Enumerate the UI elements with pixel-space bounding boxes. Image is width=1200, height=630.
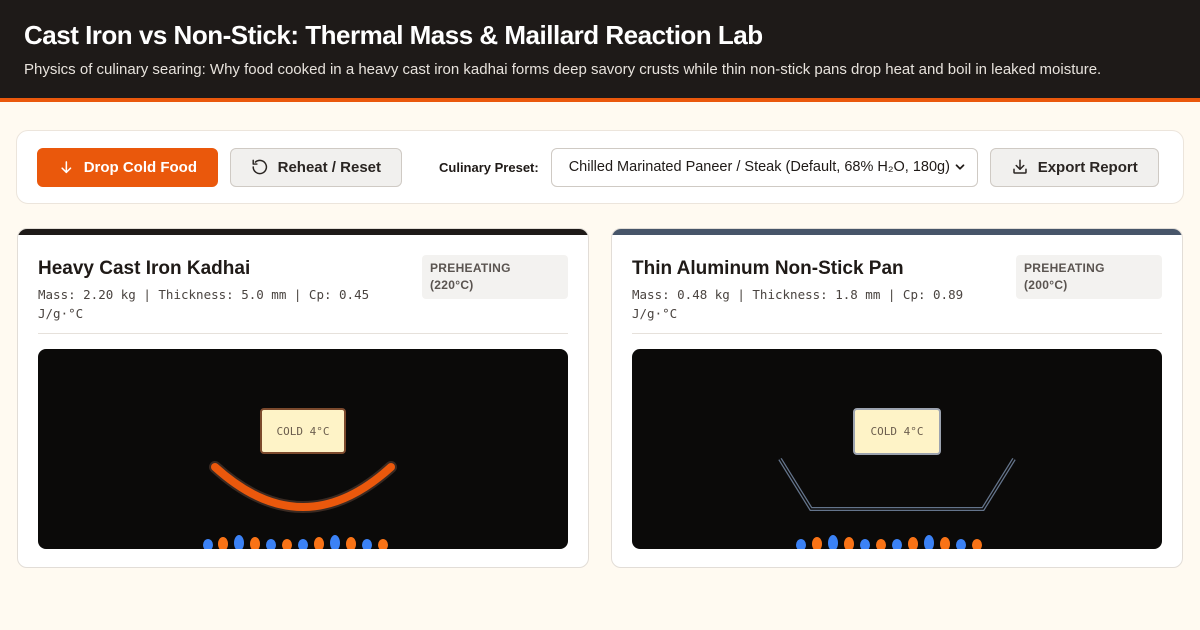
food-temp-label: COLD 4°C xyxy=(870,425,924,438)
page-subtitle: Physics of culinary searing: Why food co… xyxy=(24,61,1102,78)
drop-cold-food-label: Drop Cold Food xyxy=(83,158,197,176)
download-icon xyxy=(1012,159,1027,174)
culinary-preset-label: Culinary Preset: xyxy=(439,159,539,175)
food-item: COLD 4°C xyxy=(260,408,346,454)
arrow-down-icon xyxy=(61,160,72,173)
reheat-reset-button[interactable]: Reheat / Reset xyxy=(230,147,402,187)
page-title: Cast Iron vs Non-Stick: Thermal Mass & M… xyxy=(24,20,763,50)
export-report-label: Export Report xyxy=(1037,158,1138,176)
status-text: PREHEATING xyxy=(430,261,511,275)
non-stick-pan-inner xyxy=(779,458,1015,510)
non-stick-panel: Thin Aluminum Non-Stick Pan Mass: 0.48 k… xyxy=(611,228,1183,568)
food-temp-label: COLD 4°C xyxy=(276,424,330,438)
burner-flames xyxy=(796,535,982,549)
food-item: COLD 4°C xyxy=(853,408,941,455)
reheat-reset-label: Reheat / Reset xyxy=(277,158,381,176)
export-report-button[interactable]: Export Report xyxy=(989,147,1159,187)
rotate-ccw-icon xyxy=(252,159,268,175)
control-toolbar: Drop Cold Food Reheat / Reset Culinary P… xyxy=(16,130,1184,204)
panel-header: Thin Aluminum Non-Stick Pan Mass: 0.48 k… xyxy=(612,235,1182,334)
burner-flames xyxy=(203,535,388,549)
panel-specs: Mass: 2.20 kg | Thickness: 5.0 mm | Cp: … xyxy=(38,287,370,321)
panel-specs: Mass: 0.48 kg | Thickness: 1.8 mm | Cp: … xyxy=(632,287,964,321)
simulation-canvas: COLD 4°C xyxy=(38,349,568,549)
simulation-canvas: COLD 4°C xyxy=(632,349,1162,549)
divider xyxy=(632,333,1162,334)
divider xyxy=(38,333,568,334)
panel-header: Heavy Cast Iron Kadhai Mass: 2.20 kg | T… xyxy=(18,235,588,334)
cast-iron-panel: Heavy Cast Iron Kadhai Mass: 2.20 kg | T… xyxy=(17,228,589,568)
status-badge: PREHEATING (200°C) xyxy=(1016,255,1162,299)
status-temp: (200°C) xyxy=(1024,278,1068,292)
status-badge: PREHEATING (220°C) xyxy=(422,255,568,299)
status-text: PREHEATING xyxy=(1024,261,1105,275)
culinary-preset-value: Chilled Marinated Paneer / Steak (Defaul… xyxy=(568,159,950,175)
culinary-preset-select[interactable]: Chilled Marinated Paneer / Steak (Defaul… xyxy=(550,147,978,187)
drop-cold-food-button[interactable]: Drop Cold Food xyxy=(37,147,218,187)
page-header: Cast Iron vs Non-Stick: Thermal Mass & M… xyxy=(0,0,1200,102)
status-temp: (220°C) xyxy=(430,278,474,292)
chevron-down-icon xyxy=(955,164,965,170)
non-stick-pan xyxy=(778,457,1016,511)
